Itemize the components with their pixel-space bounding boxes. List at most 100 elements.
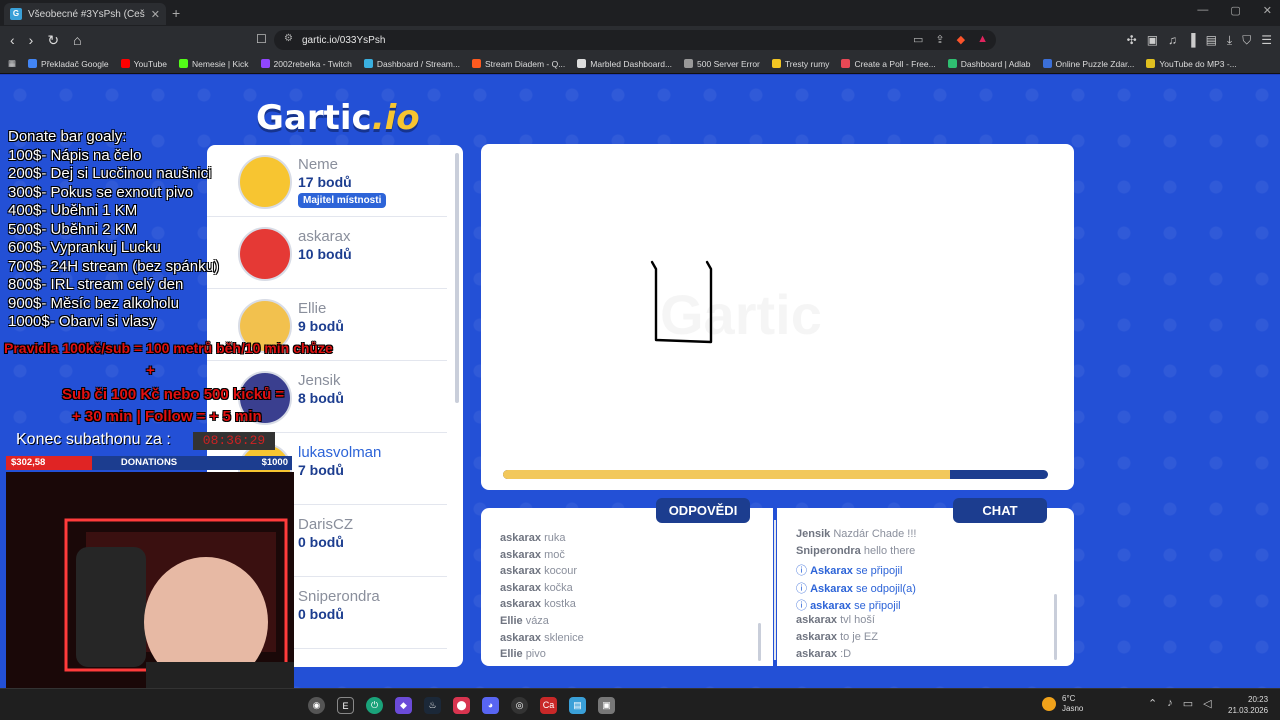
bookmark-item[interactable]: Nemesie | Kick xyxy=(179,59,249,69)
maps-icon[interactable]: ⬤ xyxy=(453,697,470,714)
download-icon[interactable]: ⤓ xyxy=(1227,33,1232,48)
power-icon[interactable]: ⏻ xyxy=(366,697,383,714)
webcam-image xyxy=(6,472,294,688)
player-name: askarax xyxy=(298,228,351,245)
canvas-watermark: Gartic xyxy=(660,282,822,347)
new-tab-icon[interactable]: + xyxy=(172,5,180,21)
extensions-icon[interactable]: ✣ xyxy=(1127,33,1137,48)
player-row[interactable]: askarax 10 bodů xyxy=(207,219,447,289)
home-icon[interactable]: ⌂ xyxy=(73,32,81,49)
rewards-icon[interactable]: ▲ xyxy=(977,33,988,46)
share-icon[interactable]: ⇪ xyxy=(935,33,944,46)
bookmark-item[interactable]: Marbled Dashboard... xyxy=(577,59,672,69)
player-row[interactable]: Neme 17 bodů Majitel místnosti xyxy=(207,147,447,217)
bookmark-label: 500 Server Error xyxy=(697,58,760,69)
site-info-icon[interactable]: ⚙ xyxy=(284,33,293,44)
chat-text: hello there xyxy=(863,545,916,558)
bookmark-item[interactable]: Tresty rumy xyxy=(771,59,829,69)
answer-user: askarax xyxy=(500,548,541,561)
tab-chat[interactable]: CHAT xyxy=(953,498,1047,523)
microphone-icon[interactable]: ♪ xyxy=(1167,697,1173,710)
answer-text: sklenice xyxy=(544,631,584,644)
wallet-icon[interactable]: ▣ xyxy=(1147,33,1158,48)
bookmark-item[interactable]: Create a Poll - Free... xyxy=(841,59,936,69)
cast-icon[interactable]: ▭ xyxy=(913,33,923,46)
bookmark-icon[interactable]: ☐ xyxy=(256,32,267,46)
reload-icon[interactable]: ↻ xyxy=(47,32,59,49)
forward-icon[interactable]: › xyxy=(29,32,34,49)
canva-icon[interactable]: Ca xyxy=(540,697,557,714)
chat-message: askarax tvl hoší xyxy=(796,614,875,626)
chat-text: to je EZ xyxy=(840,631,878,644)
player-points: 0 bodů xyxy=(298,534,344,550)
round-timer-bar xyxy=(503,470,1048,479)
screenshot-icon[interactable]: ▤ xyxy=(1206,33,1217,48)
epic-games-icon[interactable]: E xyxy=(337,697,354,714)
diamond-app-icon[interactable]: ◆ xyxy=(395,697,412,714)
menu-icon[interactable]: ☰ xyxy=(1261,33,1272,48)
weather-widget[interactable]: 6°C Jasno xyxy=(1042,694,1083,714)
info-icon: ⓘ xyxy=(796,599,811,612)
player-points: 10 bodů xyxy=(298,246,352,262)
bookmark-item[interactable]: Online Puzzle Zdar... xyxy=(1042,59,1134,69)
answer-text: váza xyxy=(525,615,549,627)
bookmark-item[interactable]: YouTube do MP3 -... xyxy=(1146,59,1237,69)
back-icon[interactable]: ‹ xyxy=(10,32,15,49)
bookmark-item[interactable]: Překladač Google xyxy=(28,59,109,69)
tray-expand-icon[interactable]: ⌃ xyxy=(1148,697,1157,710)
chat-scrollbar[interactable] xyxy=(1054,594,1057,660)
chat-text: Nazdár Chade !!! xyxy=(833,528,917,540)
bookmark-item[interactable]: Dashboard / Stream... xyxy=(363,59,460,69)
notepad-icon[interactable]: ▤ xyxy=(569,697,586,714)
tab-answers[interactable]: ODPOVĚDI xyxy=(656,498,750,523)
apps-grid-icon[interactable]: ▦ xyxy=(8,58,16,69)
answer-item: askarax sklenice xyxy=(500,632,584,644)
music-icon[interactable]: ♫ xyxy=(1168,33,1177,48)
close-window-icon[interactable]: ✕ xyxy=(1263,4,1272,17)
bookmark-item[interactable]: 500 Server Error xyxy=(684,59,760,69)
logo-text: Gartic xyxy=(256,98,372,138)
rules-line-3: + 30 min | Follow = + 5 min xyxy=(72,408,262,425)
bookmark-favicon-icon xyxy=(1042,59,1052,68)
photos-icon[interactable]: ▣ xyxy=(598,697,615,714)
chat-message: ⓘ askarax se připojil xyxy=(796,597,901,613)
player-avatar xyxy=(238,227,292,281)
donate-goal-item: 300$- Pokus se exnout pivo xyxy=(8,183,194,201)
discord-icon[interactable]: ◕ xyxy=(482,697,499,714)
donate-goal-item: 400$- Uběhni 1 KM xyxy=(8,202,138,219)
answer-user: askarax xyxy=(500,581,541,594)
bookmark-item[interactable]: Dashboard | Adlab xyxy=(947,59,1031,69)
close-tab-icon[interactable]: ✕ xyxy=(151,8,160,21)
address-bar[interactable]: ⚙ gartic.io/033YsPsh ▭ ⇪ ◆ ▲ xyxy=(274,30,996,50)
bookmark-item[interactable]: YouTube xyxy=(120,59,167,69)
chrome-icon[interactable]: ◉ xyxy=(308,697,325,714)
volume-icon[interactable]: ◁ xyxy=(1203,697,1211,710)
bookmark-favicon-icon xyxy=(841,59,851,68)
active-tab[interactable]: G Všeobecné #3YsPsh (Čeština) - G ✕ xyxy=(4,3,166,25)
steam-icon[interactable]: ♨ xyxy=(424,697,441,714)
bookmark-favicon-icon xyxy=(771,59,781,68)
toolbar-extensions: ✣ ▣ ♫ ▐ ▤ ⤓ ⛉ ☰ xyxy=(1127,33,1272,48)
clock[interactable]: 20:23 21.03.2026 xyxy=(1228,694,1268,716)
gartic-logo: Gartic.io xyxy=(256,98,420,138)
obs-icon[interactable]: ◎ xyxy=(511,697,528,714)
room-owner-badge: Majitel místnosti xyxy=(298,193,387,208)
player-name: Jensik xyxy=(298,372,341,389)
answer-text: kočka xyxy=(544,581,573,594)
network-icon[interactable]: ▭ xyxy=(1183,697,1193,710)
minimize-icon[interactable]: — xyxy=(1197,4,1208,17)
donate-goal-item: 800$- IRL stream celý den xyxy=(8,276,184,293)
rules-line-1: Pravidla 100kč/sub = 100 metrů běh/10 mi… xyxy=(4,340,333,356)
shield-icon[interactable]: ◆ xyxy=(957,33,965,46)
answer-text: pivo xyxy=(525,648,546,661)
answers-scrollbar[interactable] xyxy=(758,623,761,661)
bookmark-item[interactable]: Stream Diadem - Q... xyxy=(471,59,565,69)
answer-item: Ellie pivo xyxy=(500,648,546,660)
answer-user: askarax xyxy=(500,532,541,544)
player-points: 0 bodů xyxy=(298,606,344,622)
sidebar-icon[interactable]: ▐ xyxy=(1187,33,1196,48)
vpn-icon[interactable]: ⛉ xyxy=(1242,33,1251,48)
bookmark-item[interactable]: 2002rebelka - Twitch xyxy=(260,59,352,69)
player-list-scrollbar[interactable] xyxy=(455,153,459,403)
maximize-icon[interactable]: ▢ xyxy=(1230,4,1240,17)
